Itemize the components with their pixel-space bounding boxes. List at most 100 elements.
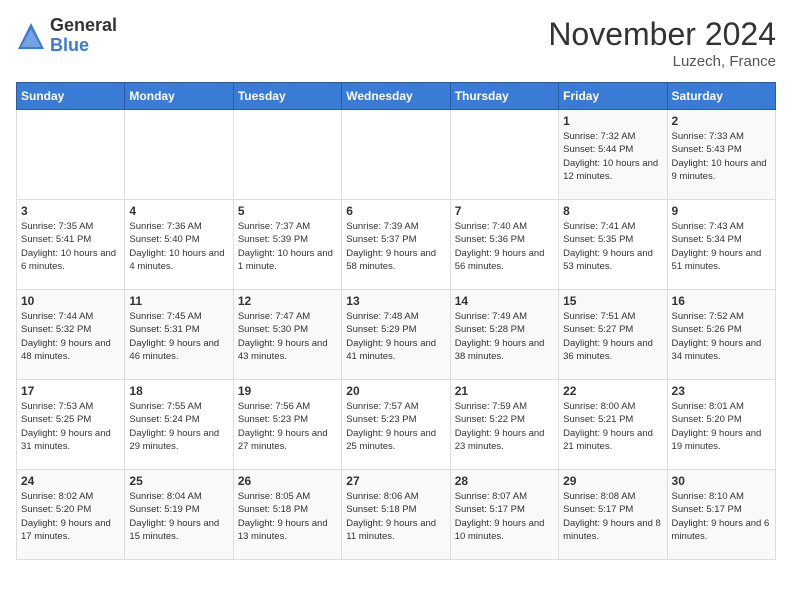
day-info: Sunrise: 8:02 AM Sunset: 5:20 PM Dayligh… bbox=[21, 490, 120, 543]
day-number: 4 bbox=[129, 204, 228, 218]
day-number: 12 bbox=[238, 294, 337, 308]
day-info: Sunrise: 7:44 AM Sunset: 5:32 PM Dayligh… bbox=[21, 310, 120, 363]
day-number: 14 bbox=[455, 294, 554, 308]
day-cell-1-1: 4 Sunrise: 7:36 AM Sunset: 5:40 PM Daylig… bbox=[125, 200, 233, 290]
day-cell-3-6: 23 Sunrise: 8:01 AM Sunset: 5:20 PM Dayli… bbox=[667, 380, 775, 470]
day-cell-0-4 bbox=[450, 110, 558, 200]
day-info: Sunrise: 8:10 AM Sunset: 5:17 PM Dayligh… bbox=[672, 490, 771, 543]
day-cell-1-0: 3Sunrise: 7:35 AM Sunset: 5:41 PM Daylig… bbox=[17, 200, 125, 290]
day-number: 26 bbox=[238, 474, 337, 488]
col-monday: Monday bbox=[125, 83, 233, 110]
logo-text: General Blue bbox=[50, 16, 117, 56]
month-title: November 2024 bbox=[548, 16, 776, 53]
day-cell-0-3 bbox=[342, 110, 450, 200]
day-info: Sunrise: 8:00 AM Sunset: 5:21 PM Dayligh… bbox=[563, 400, 662, 453]
col-tuesday: Tuesday bbox=[233, 83, 341, 110]
day-info: Sunrise: 8:06 AM Sunset: 5:18 PM Dayligh… bbox=[346, 490, 445, 543]
day-cell-4-6: 30 Sunrise: 8:10 AM Sunset: 5:17 PM Dayli… bbox=[667, 470, 775, 560]
day-cell-0-1 bbox=[125, 110, 233, 200]
day-cell-3-1: 18 Sunrise: 7:55 AM Sunset: 5:24 PM Dayli… bbox=[125, 380, 233, 470]
day-cell-0-0 bbox=[17, 110, 125, 200]
day-cell-3-5: 22 Sunrise: 8:00 AM Sunset: 5:21 PM Dayli… bbox=[559, 380, 667, 470]
day-number: 30 bbox=[672, 474, 771, 488]
day-info: Sunrise: 7:45 AM Sunset: 5:31 PM Dayligh… bbox=[129, 310, 228, 363]
day-number: 24 bbox=[21, 474, 120, 488]
calendar-table: Sunday Monday Tuesday Wednesday Thursday… bbox=[16, 82, 776, 560]
col-friday: Friday bbox=[559, 83, 667, 110]
day-info: Sunrise: 7:52 AM Sunset: 5:26 PM Dayligh… bbox=[672, 310, 771, 363]
day-cell-2-1: 11 Sunrise: 7:45 AM Sunset: 5:31 PM Dayli… bbox=[125, 290, 233, 380]
day-number: 13 bbox=[346, 294, 445, 308]
day-number: 28 bbox=[455, 474, 554, 488]
day-cell-2-3: 13Sunrise: 7:48 AM Sunset: 5:29 PM Dayli… bbox=[342, 290, 450, 380]
day-number: 11 bbox=[129, 294, 228, 308]
day-cell-2-5: 15 Sunrise: 7:51 AM Sunset: 5:27 PM Dayli… bbox=[559, 290, 667, 380]
day-info: Sunrise: 7:53 AM Sunset: 5:25 PM Dayligh… bbox=[21, 400, 120, 453]
day-info: Sunrise: 7:33 AM Sunset: 5:43 PM Dayligh… bbox=[672, 130, 771, 183]
col-sunday: Sunday bbox=[17, 83, 125, 110]
day-number: 9 bbox=[672, 204, 771, 218]
day-number: 23 bbox=[672, 384, 771, 398]
day-cell-2-4: 14 Sunrise: 7:49 AM Sunset: 5:28 PM Dayli… bbox=[450, 290, 558, 380]
day-number: 17 bbox=[21, 384, 120, 398]
col-thursday: Thursday bbox=[450, 83, 558, 110]
week-row-3: 17 Sunrise: 7:53 AM Sunset: 5:25 PM Dayli… bbox=[17, 380, 776, 470]
day-number: 20 bbox=[346, 384, 445, 398]
day-info: Sunrise: 8:07 AM Sunset: 5:17 PM Dayligh… bbox=[455, 490, 554, 543]
day-cell-3-4: 21 Sunrise: 7:59 AM Sunset: 5:22 PM Dayli… bbox=[450, 380, 558, 470]
day-number: 7 bbox=[455, 204, 554, 218]
col-wednesday: Wednesday bbox=[342, 83, 450, 110]
day-info: Sunrise: 7:32 AM Sunset: 5:44 PM Dayligh… bbox=[563, 130, 662, 183]
location: Luzech, France bbox=[548, 53, 776, 70]
logo-blue-text: Blue bbox=[50, 36, 117, 56]
day-cell-0-6: 2Sunrise: 7:33 AM Sunset: 5:43 PM Daylig… bbox=[667, 110, 775, 200]
week-row-4: 24 Sunrise: 8:02 AM Sunset: 5:20 PM Dayli… bbox=[17, 470, 776, 560]
day-number: 18 bbox=[129, 384, 228, 398]
day-cell-0-5: 1 Sunrise: 7:32 AM Sunset: 5:44 PM Daylig… bbox=[559, 110, 667, 200]
day-number: 10 bbox=[21, 294, 120, 308]
day-cell-1-5: 8 Sunrise: 7:41 AM Sunset: 5:35 PM Daylig… bbox=[559, 200, 667, 290]
day-number: 1 bbox=[563, 114, 662, 128]
day-number: 8 bbox=[563, 204, 662, 218]
col-saturday: Saturday bbox=[667, 83, 775, 110]
day-cell-2-0: 10 Sunrise: 7:44 AM Sunset: 5:32 PM Dayli… bbox=[17, 290, 125, 380]
day-cell-1-2: 5Sunrise: 7:37 AM Sunset: 5:39 PM Daylig… bbox=[233, 200, 341, 290]
day-info: Sunrise: 7:57 AM Sunset: 5:23 PM Dayligh… bbox=[346, 400, 445, 453]
day-number: 19 bbox=[238, 384, 337, 398]
day-info: Sunrise: 7:43 AM Sunset: 5:34 PM Dayligh… bbox=[672, 220, 771, 273]
day-cell-0-2 bbox=[233, 110, 341, 200]
day-info: Sunrise: 7:51 AM Sunset: 5:27 PM Dayligh… bbox=[563, 310, 662, 363]
week-row-0: 1 Sunrise: 7:32 AM Sunset: 5:44 PM Daylig… bbox=[17, 110, 776, 200]
header-row: Sunday Monday Tuesday Wednesday Thursday… bbox=[17, 83, 776, 110]
day-cell-2-6: 16Sunrise: 7:52 AM Sunset: 5:26 PM Dayli… bbox=[667, 290, 775, 380]
day-number: 15 bbox=[563, 294, 662, 308]
day-number: 22 bbox=[563, 384, 662, 398]
day-info: Sunrise: 8:01 AM Sunset: 5:20 PM Dayligh… bbox=[672, 400, 771, 453]
day-cell-1-4: 7Sunrise: 7:40 AM Sunset: 5:36 PM Daylig… bbox=[450, 200, 558, 290]
day-number: 3 bbox=[21, 204, 120, 218]
day-info: Sunrise: 7:36 AM Sunset: 5:40 PM Dayligh… bbox=[129, 220, 228, 273]
day-cell-4-3: 27Sunrise: 8:06 AM Sunset: 5:18 PM Dayli… bbox=[342, 470, 450, 560]
logo-general-text: General bbox=[50, 16, 117, 36]
day-info: Sunrise: 8:05 AM Sunset: 5:18 PM Dayligh… bbox=[238, 490, 337, 543]
day-info: Sunrise: 7:41 AM Sunset: 5:35 PM Dayligh… bbox=[563, 220, 662, 273]
day-cell-1-3: 6Sunrise: 7:39 AM Sunset: 5:37 PM Daylig… bbox=[342, 200, 450, 290]
day-info: Sunrise: 7:55 AM Sunset: 5:24 PM Dayligh… bbox=[129, 400, 228, 453]
day-info: Sunrise: 7:37 AM Sunset: 5:39 PM Dayligh… bbox=[238, 220, 337, 273]
day-number: 25 bbox=[129, 474, 228, 488]
day-info: Sunrise: 8:04 AM Sunset: 5:19 PM Dayligh… bbox=[129, 490, 228, 543]
calendar-header: Sunday Monday Tuesday Wednesday Thursday… bbox=[17, 83, 776, 110]
logo-icon bbox=[16, 21, 46, 51]
week-row-2: 10 Sunrise: 7:44 AM Sunset: 5:32 PM Dayli… bbox=[17, 290, 776, 380]
day-cell-2-2: 12 Sunrise: 7:47 AM Sunset: 5:30 PM Dayli… bbox=[233, 290, 341, 380]
week-row-1: 3Sunrise: 7:35 AM Sunset: 5:41 PM Daylig… bbox=[17, 200, 776, 290]
day-number: 21 bbox=[455, 384, 554, 398]
day-cell-3-3: 20 Sunrise: 7:57 AM Sunset: 5:23 PM Dayli… bbox=[342, 380, 450, 470]
day-info: Sunrise: 7:47 AM Sunset: 5:30 PM Dayligh… bbox=[238, 310, 337, 363]
logo: General Blue bbox=[16, 16, 117, 56]
day-info: Sunrise: 7:49 AM Sunset: 5:28 PM Dayligh… bbox=[455, 310, 554, 363]
day-number: 6 bbox=[346, 204, 445, 218]
day-info: Sunrise: 7:59 AM Sunset: 5:22 PM Dayligh… bbox=[455, 400, 554, 453]
day-number: 29 bbox=[563, 474, 662, 488]
day-info: Sunrise: 7:56 AM Sunset: 5:23 PM Dayligh… bbox=[238, 400, 337, 453]
